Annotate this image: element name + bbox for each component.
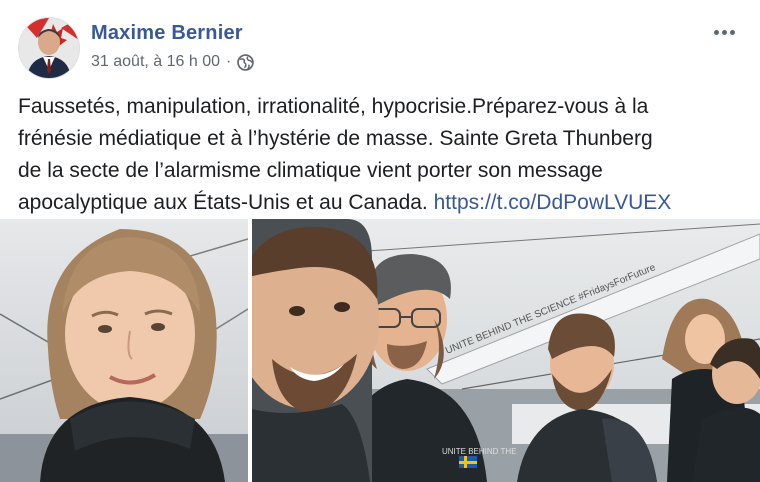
photo-left[interactable] (0, 219, 248, 482)
post-meta: 31 août, à 16 h 00 · (91, 53, 255, 71)
meta-separator: · (226, 53, 232, 70)
jacket-text: UNITE BEHIND THE (442, 447, 517, 456)
more-dot (713, 29, 719, 35)
author-name[interactable]: Maxime Bernier (91, 22, 243, 45)
post-text-line: apocalyptique aux États-Unis et au Canad… (18, 191, 434, 214)
photo-right[interactable]: UNITE BEHIND THE SCIENCE #FridaysForFutu… (252, 219, 760, 482)
profile-photo (19, 18, 79, 78)
more-dot (721, 29, 727, 35)
post-header: Maxime Bernier 31 août, à 16 h 00 · (0, 0, 760, 92)
globe-icon[interactable] (237, 53, 255, 71)
post-text-line: frénésie médiatique et à l’hystérie de m… (18, 127, 653, 150)
avatar[interactable] (18, 17, 80, 79)
post-text-line-last: apocalyptique aux États-Unis et au Canad… (18, 187, 748, 219)
post-text: Faussetés, manipulation, irrationalité, … (18, 91, 748, 219)
post-text-line: de la secte de l’alarmisme climatique vi… (18, 159, 603, 182)
photo-girl-on-boat (0, 219, 248, 482)
more-options-icon[interactable] (710, 22, 738, 42)
post-timestamp[interactable]: 31 août, à 16 h 00 (91, 53, 220, 71)
photo-grid: UNITE BEHIND THE SCIENCE #FridaysForFutu… (0, 219, 760, 482)
photo-crew-selfie: UNITE BEHIND THE SCIENCE #FridaysForFutu… (252, 219, 760, 482)
facebook-post: Maxime Bernier 31 août, à 16 h 00 · Faus… (0, 0, 760, 482)
post-text-line: Faussetés, manipulation, irrationalité, … (18, 95, 649, 118)
post-link[interactable]: https://t.co/DdPowLVUEX (434, 191, 672, 214)
more-dot (729, 29, 735, 35)
